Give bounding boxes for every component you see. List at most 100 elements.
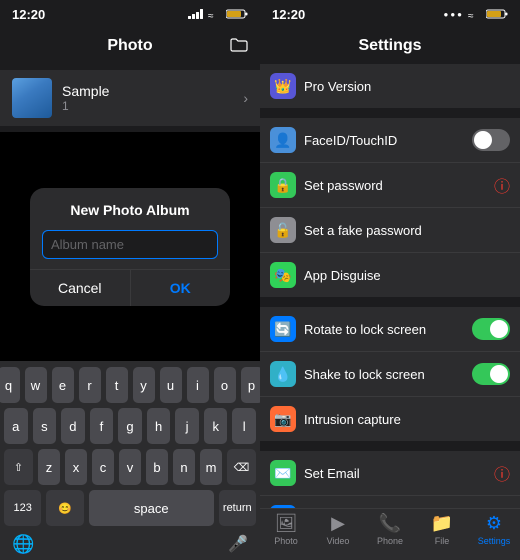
- tab-bar: 🖼 Photo ▶ Video 📞 Phone 📁 File ⚙ Setting…: [260, 508, 520, 560]
- settings-item-shake-lock[interactable]: 💧 Shake to lock screen: [260, 352, 520, 397]
- key-numbers[interactable]: 123: [4, 490, 41, 526]
- dialog-overlay: New Photo Album Cancel OK: [0, 132, 260, 361]
- rotate-lock-toggle[interactable]: [472, 318, 510, 340]
- tab-photo[interactable]: 🖼 Photo: [260, 513, 312, 546]
- tab-video[interactable]: ▶ Video: [312, 513, 364, 546]
- settings-label-shake-lock: Shake to lock screen: [304, 367, 472, 382]
- dialog-ok-button[interactable]: OK: [131, 270, 231, 306]
- key-e[interactable]: e: [52, 367, 74, 403]
- folder-icon[interactable]: [230, 36, 248, 57]
- key-f[interactable]: f: [90, 408, 114, 444]
- tab-phone[interactable]: 📞 Phone: [364, 513, 416, 546]
- settings-title: Settings: [358, 37, 421, 55]
- key-z[interactable]: z: [38, 449, 60, 485]
- intrusion-icon: 📷: [270, 406, 296, 432]
- tab-file-label: File: [435, 536, 450, 546]
- key-o[interactable]: o: [214, 367, 236, 403]
- settings-section-security: 👤 FaceID/TouchID 🔒 Set password ⓘ 🔓 Set …: [260, 118, 520, 297]
- right-status-icons: ●●● ≈: [444, 9, 509, 19]
- settings-item-set-email[interactable]: ✉️ Set Email ⓘ: [260, 451, 520, 496]
- key-l[interactable]: l: [232, 408, 256, 444]
- key-t[interactable]: t: [106, 367, 128, 403]
- tab-settings[interactable]: ⚙ Settings: [468, 513, 520, 546]
- keyboard-row-2: a s d f g h j k l: [4, 408, 256, 444]
- key-v[interactable]: v: [119, 449, 141, 485]
- key-h[interactable]: h: [147, 408, 171, 444]
- tab-photo-icon: 🖼: [275, 513, 298, 534]
- settings-label-faceid: FaceID/TouchID: [304, 133, 472, 148]
- key-i[interactable]: i: [187, 367, 209, 403]
- key-m[interactable]: m: [200, 449, 222, 485]
- mic-icon[interactable]: 🎤: [228, 534, 248, 554]
- settings-item-pro-version[interactable]: 👑 Pro Version: [260, 64, 520, 108]
- key-s[interactable]: s: [33, 408, 57, 444]
- key-q[interactable]: q: [0, 367, 20, 403]
- keyboard-bottom-row: 123 😊 space return: [4, 490, 256, 526]
- pro-version-icon: 👑: [270, 73, 296, 99]
- key-x[interactable]: x: [65, 449, 87, 485]
- dialog-buttons: Cancel OK: [30, 269, 230, 306]
- key-b[interactable]: b: [146, 449, 168, 485]
- faceid-toggle[interactable]: [472, 129, 510, 151]
- key-w[interactable]: w: [25, 367, 47, 403]
- settings-label-set-password: Set password: [304, 178, 494, 193]
- keyboard-icons-row: 🌐 🎤: [4, 528, 256, 556]
- photo-chevron-icon: ›: [243, 90, 248, 106]
- svg-text:≈: ≈: [468, 11, 474, 19]
- key-space[interactable]: space: [89, 490, 214, 526]
- photo-thumbnail: [12, 78, 52, 118]
- settings-item-rotate-lock[interactable]: 🔄 Rotate to lock screen: [260, 307, 520, 352]
- section-gap-1: [260, 110, 520, 118]
- settings-item-intrusion[interactable]: 📷 Intrusion capture: [260, 397, 520, 441]
- tab-video-icon: ▶: [331, 513, 345, 534]
- settings-item-app-disguise[interactable]: 🎭 App Disguise: [260, 253, 520, 297]
- key-y[interactable]: y: [133, 367, 155, 403]
- key-a[interactable]: a: [4, 408, 28, 444]
- key-emoji[interactable]: 😊: [46, 490, 83, 526]
- settings-label-fake-password: Set a fake password: [304, 223, 510, 238]
- signal-icon: [188, 9, 204, 19]
- key-u[interactable]: u: [160, 367, 182, 403]
- settings-label-pro: Pro Version: [304, 79, 510, 94]
- photo-item[interactable]: Sample 1 ›: [0, 70, 260, 126]
- dialog-title: New Photo Album: [30, 188, 230, 226]
- album-name-input[interactable]: [42, 230, 218, 259]
- key-shift[interactable]: ⇧: [4, 449, 33, 485]
- section-gap-2: [260, 299, 520, 307]
- globe-icon[interactable]: 🌐: [12, 534, 34, 555]
- settings-label-rotate-lock: Rotate to lock screen: [304, 322, 472, 337]
- right-battery-icon: [486, 9, 508, 19]
- settings-item-set-password[interactable]: 🔒 Set password ⓘ: [260, 163, 520, 208]
- set-password-icon: 🔒: [270, 172, 296, 198]
- settings-section-email: ✉️ Set Email ⓘ 📡 Wi-Fi transmission: [260, 451, 520, 508]
- settings-list: 👑 Pro Version 👤 FaceID/TouchID 🔒 Set pas…: [260, 64, 520, 508]
- tab-file-icon: 📁: [431, 513, 453, 534]
- dialog-cancel-button[interactable]: Cancel: [30, 270, 131, 306]
- key-p[interactable]: p: [241, 367, 261, 403]
- settings-item-faceid[interactable]: 👤 FaceID/TouchID: [260, 118, 520, 163]
- settings-label-app-disguise: App Disguise: [304, 268, 510, 283]
- tab-settings-icon: ⚙: [486, 513, 502, 534]
- settings-item-wifi[interactable]: 📡 Wi-Fi transmission: [260, 496, 520, 508]
- left-status-bar: 12:20 ≈: [0, 0, 260, 28]
- svg-text:≈: ≈: [208, 11, 214, 19]
- left-dark-area: New Photo Album Cancel OK: [0, 132, 260, 361]
- set-email-icon: ✉️: [270, 460, 296, 486]
- key-n[interactable]: n: [173, 449, 195, 485]
- key-return[interactable]: return: [219, 490, 256, 526]
- shake-lock-toggle[interactable]: [472, 363, 510, 385]
- key-delete[interactable]: ⌫: [227, 449, 256, 485]
- key-k[interactable]: k: [204, 408, 228, 444]
- key-d[interactable]: d: [61, 408, 85, 444]
- key-g[interactable]: g: [118, 408, 142, 444]
- key-r[interactable]: r: [79, 367, 101, 403]
- settings-item-fake-password[interactable]: 🔓 Set a fake password: [260, 208, 520, 253]
- key-c[interactable]: c: [92, 449, 114, 485]
- key-j[interactable]: j: [175, 408, 199, 444]
- tab-settings-label: Settings: [478, 536, 511, 546]
- right-time: 12:20: [272, 7, 305, 22]
- new-album-dialog: New Photo Album Cancel OK: [30, 188, 230, 306]
- tab-file[interactable]: 📁 File: [416, 513, 468, 546]
- right-status-bar: 12:20 ●●● ≈: [260, 0, 520, 28]
- right-panel: 12:20 ●●● ≈ Settings 👑 Pro Version: [260, 0, 520, 560]
